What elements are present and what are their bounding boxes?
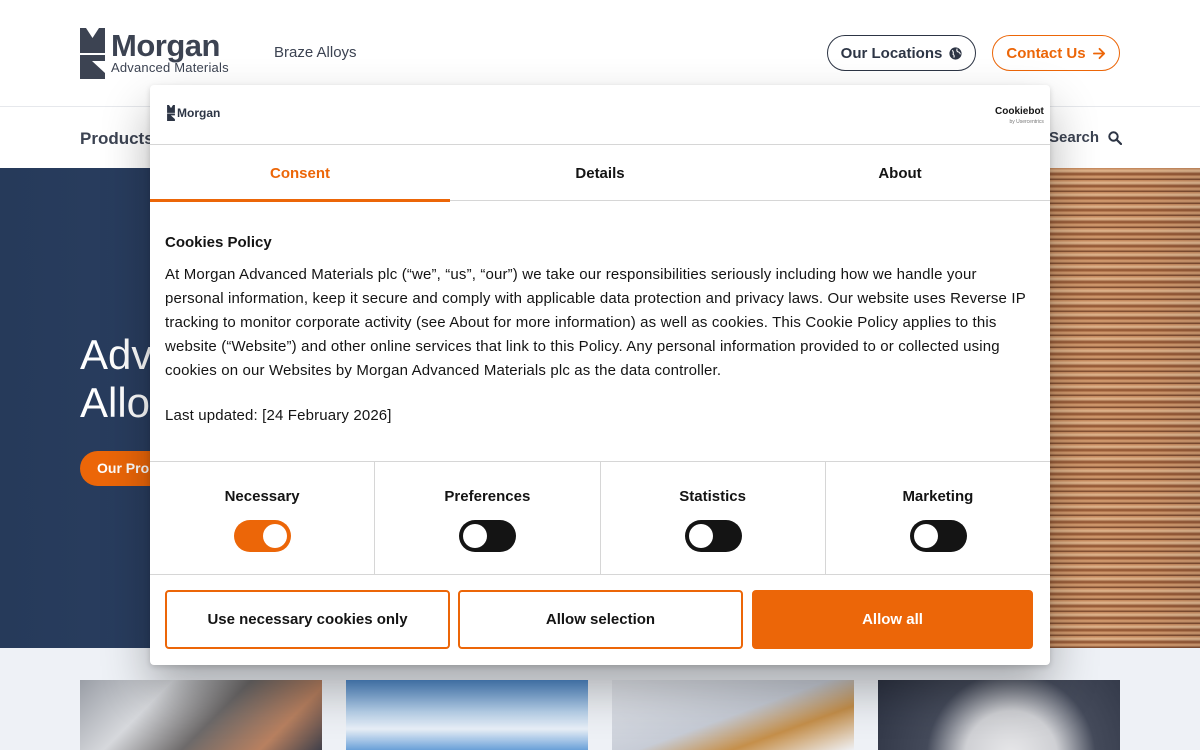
dialog-logo-text: Morgan xyxy=(177,106,221,120)
dialog-body: Cookies Policy At Morgan Advanced Materi… xyxy=(165,201,1035,461)
dialog-tabs: Consent Details About xyxy=(150,145,1050,202)
toggle-preferences[interactable] xyxy=(459,520,517,552)
policy-last-updated: Last updated: [24 February 2026] xyxy=(165,407,392,424)
use-necessary-cookies-button[interactable]: Use necessary cookies only xyxy=(165,590,450,649)
toggle-label-necessary: Necessary xyxy=(224,488,300,505)
toggle-knob xyxy=(913,524,938,548)
policy-title: Cookies Policy xyxy=(165,234,272,251)
toggle-necessary[interactable] xyxy=(234,520,292,552)
dialog-logo: Morgan xyxy=(167,105,220,121)
toggle-label-marketing: Marketing xyxy=(902,488,974,505)
tab-about[interactable]: About xyxy=(750,145,1050,201)
tab-details[interactable]: Details xyxy=(450,145,750,201)
cookiebot-name: Cookiebot xyxy=(995,106,1044,117)
toggle-knob xyxy=(263,524,288,548)
dialog-buttons: Use necessary cookies only Allow selecti… xyxy=(165,590,1035,650)
toggle-group-statistics: Statistics xyxy=(601,462,826,574)
toggle-knob xyxy=(463,524,488,548)
cookiebot-sub: by Usercentrics xyxy=(1009,119,1044,125)
cookie-consent-dialog: Morgan Cookiebot by Usercentrics Consent… xyxy=(150,85,1050,665)
toggle-label-preferences: Preferences xyxy=(444,488,531,505)
toggle-marketing[interactable] xyxy=(909,520,967,552)
allow-all-button[interactable]: Allow all xyxy=(752,590,1033,649)
allow-selection-button[interactable]: Allow selection xyxy=(458,590,743,649)
toggle-statistics[interactable] xyxy=(684,520,742,552)
toggle-group-necessary: Necessary xyxy=(150,462,376,574)
morgan-logo-mark-icon xyxy=(167,105,175,121)
cookie-toggles: Necessary Preferences Statistics Marketi… xyxy=(150,461,1050,575)
dialog-header: Morgan Cookiebot by Usercentrics xyxy=(150,85,1050,145)
toggle-knob xyxy=(688,524,713,548)
toggle-label-statistics: Statistics xyxy=(679,488,746,505)
policy-text: At Morgan Advanced Materials plc (“we”, … xyxy=(165,266,1026,379)
toggle-group-preferences: Preferences xyxy=(375,462,601,574)
tab-consent[interactable]: Consent xyxy=(150,145,450,202)
cookiebot-logo[interactable]: Cookiebot by Usercentrics xyxy=(995,107,1044,127)
toggle-group-marketing: Marketing xyxy=(826,462,1050,574)
